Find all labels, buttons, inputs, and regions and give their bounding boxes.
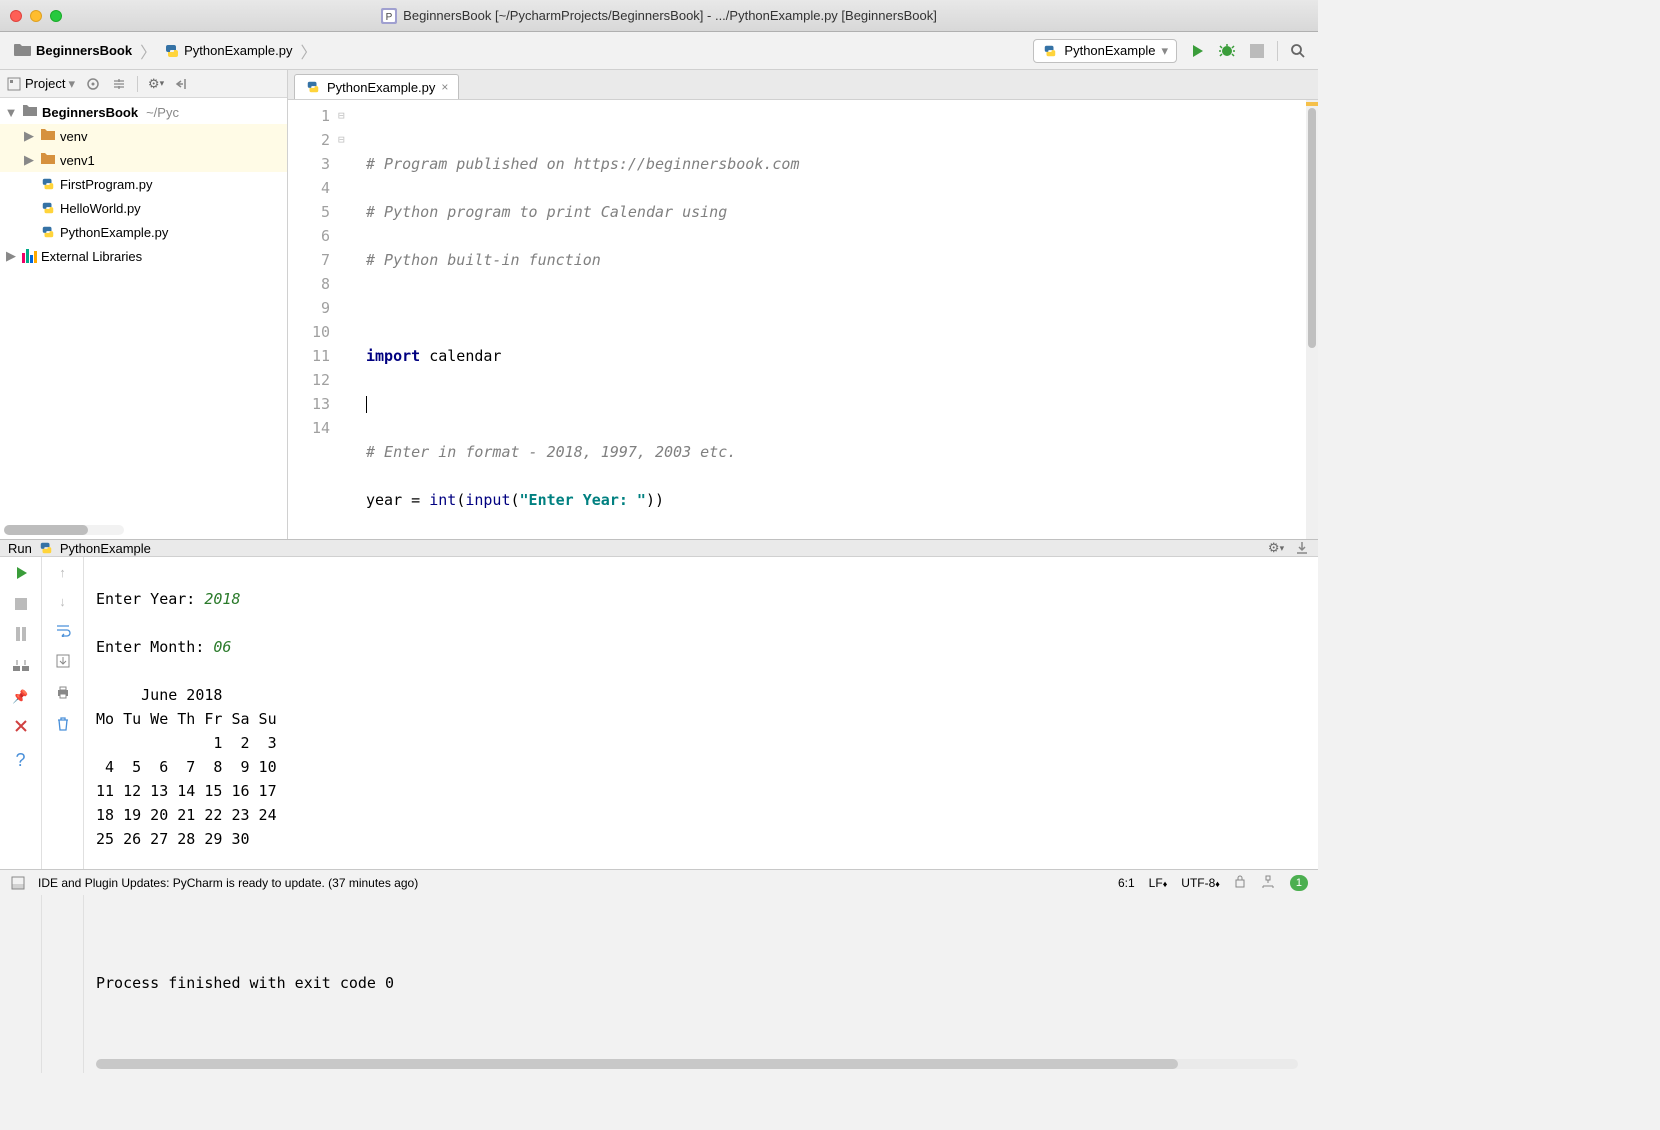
- run-toolbar-left: 📌 ?: [0, 557, 42, 1073]
- chevron-right-icon: ▶: [22, 152, 36, 168]
- chevron-down-icon: ▾: [1161, 43, 1168, 59]
- window-title: P BeginnersBook [~/PycharmProjects/Begin…: [0, 8, 1318, 24]
- chevron-right-icon: 〉: [301, 39, 317, 63]
- python-file-icon: [164, 43, 180, 59]
- tree-file[interactable]: HelloWorld.py: [0, 196, 287, 220]
- tree-file[interactable]: PythonExample.py: [0, 220, 287, 244]
- soft-wrap-button[interactable]: [55, 623, 71, 640]
- run-panel: Run PythonExample ⚙▾ 📌 ? ↑ ↓ Enter Year:…: [0, 539, 1318, 869]
- print-button[interactable]: [56, 685, 70, 702]
- rerun-button[interactable]: [13, 565, 29, 584]
- main-toolbar: BeginnersBook 〉 PythonExample.py 〉 Pytho…: [0, 32, 1318, 70]
- editor-tabbar: PythonExample.py ×: [288, 70, 1318, 100]
- tree-folder-venv1[interactable]: ▶ venv1: [0, 148, 287, 172]
- editor-tab[interactable]: PythonExample.py ×: [294, 74, 459, 99]
- breadcrumb-file[interactable]: PythonExample.py: [160, 41, 296, 61]
- locate-icon[interactable]: [85, 76, 101, 92]
- run-panel-header: Run PythonExample ⚙▾: [0, 540, 1318, 557]
- close-button[interactable]: [14, 719, 28, 736]
- gear-icon[interactable]: ⚙▾: [1268, 540, 1284, 556]
- chevron-right-icon: ▶: [4, 248, 18, 264]
- tree-root[interactable]: ▼ BeginnersBook ~/Pyc: [0, 100, 287, 124]
- stop-button[interactable]: [15, 598, 27, 613]
- up-button[interactable]: ↑: [59, 565, 66, 580]
- breadcrumb: BeginnersBook 〉 PythonExample.py 〉: [10, 39, 317, 63]
- collapse-icon[interactable]: [111, 76, 127, 92]
- tree-external-libraries[interactable]: ▶ External Libraries: [0, 244, 287, 268]
- chevron-right-icon: ▶: [22, 128, 36, 144]
- search-button[interactable]: [1288, 41, 1308, 61]
- debug-button[interactable]: [1217, 41, 1237, 61]
- code-editor[interactable]: 1234567891011121314 ⊟⊟ # Program publish…: [288, 100, 1318, 539]
- pause-button[interactable]: [15, 627, 27, 644]
- statusbar-icon[interactable]: [10, 875, 26, 891]
- chevron-down-icon: ▼: [4, 105, 18, 120]
- run-button[interactable]: [1187, 41, 1207, 61]
- titlebar: P BeginnersBook [~/PycharmProjects/Begin…: [0, 0, 1318, 32]
- stop-button[interactable]: [1247, 41, 1267, 61]
- python-file-icon: [305, 79, 321, 95]
- run-config-name: PythonExample: [60, 541, 151, 556]
- tree-file[interactable]: FirstProgram.py: [0, 172, 287, 196]
- folder-icon: [40, 152, 56, 168]
- console-scrollbar[interactable]: [96, 1059, 1298, 1069]
- help-button[interactable]: ?: [15, 750, 25, 771]
- python-file-icon: [40, 224, 56, 240]
- editor-scrollbar[interactable]: [1306, 100, 1318, 539]
- scroll-button[interactable]: [56, 654, 70, 671]
- hide-icon[interactable]: [174, 76, 190, 92]
- folder-icon: [14, 42, 32, 59]
- editor-area: PythonExample.py × 1234567891011121314 ⊟…: [288, 70, 1318, 539]
- chevron-right-icon: 〉: [140, 39, 156, 63]
- code-content[interactable]: # Program published on https://beginners…: [358, 100, 1306, 539]
- main-area: Project▾ ⚙▾ ▼ BeginnersBook ~/Pyc ▶ venv…: [0, 70, 1318, 539]
- trash-button[interactable]: [56, 716, 70, 735]
- run-toolbar-left-2: ↑ ↓: [42, 557, 84, 1073]
- line-number-gutter: 1234567891011121314: [288, 100, 338, 539]
- sidebar-header: Project▾ ⚙▾: [0, 70, 287, 98]
- run-label: Run: [8, 541, 32, 556]
- folder-icon: [40, 128, 56, 144]
- run-configuration-dropdown[interactable]: PythonExample ▾: [1033, 39, 1177, 63]
- libraries-icon: [22, 249, 37, 263]
- project-view-selector[interactable]: Project▾: [6, 76, 75, 92]
- tree-folder-venv[interactable]: ▶ venv: [0, 124, 287, 148]
- text-cursor: [366, 396, 367, 413]
- python-icon: [1042, 43, 1058, 59]
- fold-gutter: ⊟⊟: [338, 100, 358, 539]
- pycharm-icon: P: [381, 8, 397, 24]
- python-file-icon: [40, 200, 56, 216]
- python-file-icon: [40, 176, 56, 192]
- project-tree[interactable]: ▼ BeginnersBook ~/Pyc ▶ venv ▶ venv1 Fir…: [0, 98, 287, 525]
- gear-icon[interactable]: ⚙▾: [148, 76, 164, 92]
- download-icon[interactable]: [1294, 540, 1310, 556]
- folder-icon: [22, 104, 38, 120]
- down-button[interactable]: ↓: [59, 594, 66, 609]
- pin-button[interactable]: 📌: [12, 689, 28, 705]
- python-icon: [38, 540, 54, 556]
- project-icon: [6, 76, 22, 92]
- svg-text:P: P: [386, 12, 393, 23]
- project-sidebar: Project▾ ⚙▾ ▼ BeginnersBook ~/Pyc ▶ venv…: [0, 70, 288, 539]
- breadcrumb-project[interactable]: BeginnersBook: [10, 40, 136, 61]
- console-output[interactable]: Enter Year: 2018 Enter Month: 06 June 20…: [84, 557, 1318, 1073]
- close-tab-icon[interactable]: ×: [441, 80, 448, 94]
- sidebar-scrollbar[interactable]: [4, 525, 124, 535]
- dump-button[interactable]: [13, 658, 29, 675]
